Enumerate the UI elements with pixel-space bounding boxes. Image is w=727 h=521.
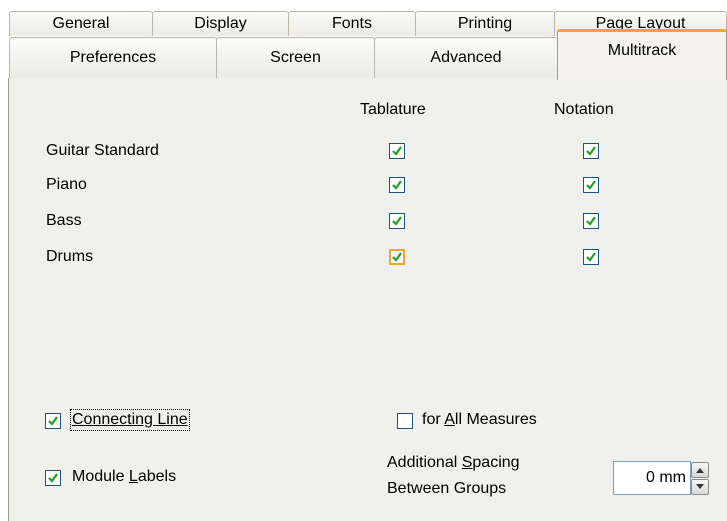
- check-icon: [48, 416, 58, 426]
- connecting-line-label[interactable]: Connecting Line: [70, 409, 190, 431]
- row-label-drums: Drums: [46, 248, 94, 265]
- column-header-notation: Notation: [554, 101, 614, 118]
- row-label-guitar-standard: Guitar Standard: [46, 142, 159, 159]
- additional-spacing-label-line1: Additional Spacing: [387, 454, 520, 472]
- bass-tablature-checkbox[interactable]: [389, 213, 405, 229]
- check-icon: [586, 180, 596, 190]
- check-icon: [392, 252, 402, 262]
- drums-notation-checkbox[interactable]: [583, 249, 599, 265]
- tab-fonts[interactable]: Fonts: [288, 11, 416, 36]
- check-icon: [48, 473, 58, 483]
- spacing-value: 0 mm: [646, 469, 686, 486]
- check-icon: [586, 146, 596, 156]
- check-icon: [586, 252, 596, 262]
- module-labels-label[interactable]: Module Labels: [72, 468, 176, 486]
- tab-general[interactable]: General: [9, 11, 153, 36]
- additional-spacing-rest: pacing: [472, 454, 520, 471]
- row-label-piano: Piano: [46, 176, 87, 193]
- check-icon: [586, 216, 596, 226]
- drums-tablature-checkbox[interactable]: [389, 249, 405, 265]
- check-icon: [392, 216, 402, 226]
- for-all-measures-label[interactable]: for All Measures: [422, 411, 537, 429]
- tab-preferences[interactable]: Preferences: [9, 37, 217, 78]
- for-all-measures-rest: ll Measures: [454, 411, 537, 428]
- arrow-down-icon: [696, 484, 704, 489]
- check-icon: [392, 146, 402, 156]
- spacing-input[interactable]: 0 mm: [613, 461, 691, 495]
- additional-spacing-prefix: Additional: [387, 454, 462, 471]
- check-icon: [392, 180, 402, 190]
- piano-tablature-checkbox[interactable]: [389, 177, 405, 193]
- tab-multitrack[interactable]: Multitrack: [557, 29, 727, 80]
- module-labels-checkbox[interactable]: [45, 470, 61, 486]
- spacing-decrement-button[interactable]: [691, 479, 709, 495]
- guitar-standard-tablature-checkbox[interactable]: [389, 143, 405, 159]
- tab-screen[interactable]: Screen: [216, 37, 375, 78]
- arrow-up-icon: [696, 468, 704, 473]
- module-labels-rest: abels: [137, 468, 177, 485]
- for-all-measures-accel: A: [444, 411, 455, 428]
- column-header-tablature: Tablature: [360, 101, 426, 118]
- connecting-line-checkbox[interactable]: [45, 413, 61, 429]
- additional-spacing-accel: S: [461, 454, 473, 471]
- piano-notation-checkbox[interactable]: [583, 177, 599, 193]
- module-labels-prefix: Module: [72, 468, 129, 485]
- row-label-bass: Bass: [46, 212, 82, 229]
- additional-spacing-label-line2: Between Groups: [387, 480, 507, 497]
- spacing-increment-button[interactable]: [691, 462, 709, 478]
- tab-printing[interactable]: Printing: [415, 11, 555, 36]
- for-all-measures-checkbox[interactable]: [397, 413, 413, 429]
- for-all-measures-prefix: for: [422, 411, 445, 428]
- bass-notation-checkbox[interactable]: [583, 213, 599, 229]
- tab-advanced[interactable]: Advanced: [374, 37, 558, 78]
- tab-display[interactable]: Display: [152, 11, 289, 36]
- guitar-standard-notation-checkbox[interactable]: [583, 143, 599, 159]
- connecting-line-text: Connecting Line: [72, 411, 188, 428]
- module-labels-accel: L: [128, 468, 138, 485]
